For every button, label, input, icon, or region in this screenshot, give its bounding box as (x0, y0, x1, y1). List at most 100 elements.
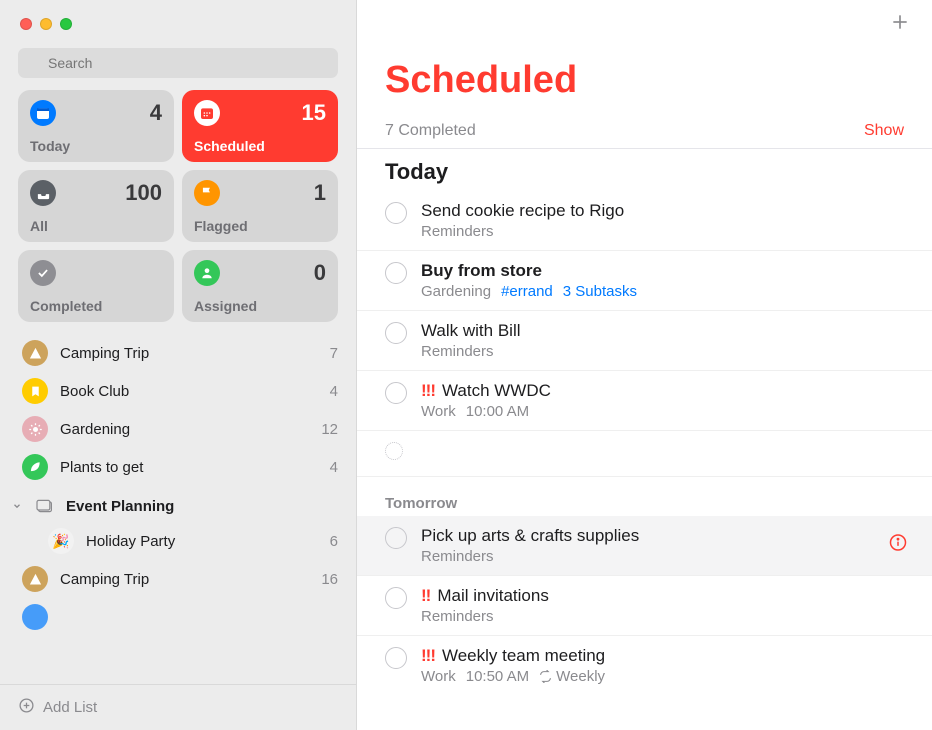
close-button[interactable] (20, 18, 32, 30)
list-count: 16 (321, 571, 338, 588)
list-count: 7 (330, 345, 338, 362)
lists-container: Camping Trip 7 Book Club 4 Gardening 12 … (0, 334, 356, 684)
smart-list-count: 15 (302, 100, 326, 126)
add-reminder-button[interactable] (890, 12, 910, 37)
reminder-item[interactable]: Buy from store Gardening #errand 3 Subta… (357, 251, 932, 311)
reminder-time: 10:00 AM (466, 403, 529, 420)
reminder-title: Pick up arts & crafts supplies (421, 526, 904, 546)
list-name: Book Club (60, 383, 318, 400)
list-item[interactable]: Book Club 4 (10, 372, 346, 410)
folder-icon (32, 496, 58, 516)
reminder-list-name: Reminders (421, 608, 494, 625)
complete-checkbox[interactable] (385, 587, 407, 609)
smart-list-count: 1 (314, 180, 326, 206)
priority-indicator: !! (421, 586, 430, 606)
tent-icon (22, 566, 48, 592)
sun-icon (22, 416, 48, 442)
sidebar: 4 Today 15 Scheduled 100 All (0, 0, 357, 730)
search-input[interactable] (18, 48, 338, 78)
reminder-item[interactable]: !! Mail invitations Reminders (357, 576, 932, 636)
reminder-title: !!! Watch WWDC (421, 381, 904, 401)
reminder-list-name: Reminders (421, 548, 494, 565)
smart-list-today[interactable]: 4 Today (18, 90, 174, 162)
priority-indicator: !!! (421, 381, 435, 401)
list-item[interactable] (10, 598, 346, 636)
smart-list-count: 0 (314, 260, 326, 286)
inbox-icon (30, 180, 56, 206)
reminder-tag[interactable]: #errand (501, 283, 553, 300)
reminder-list: Today Send cookie recipe to Rigo Reminde… (357, 149, 932, 730)
list-item[interactable]: Plants to get 4 (10, 448, 346, 486)
smart-list-label: Today (30, 138, 162, 154)
minimize-button[interactable] (40, 18, 52, 30)
reminder-item[interactable]: !!! Watch WWDC Work 10:00 AM (357, 371, 932, 431)
complete-checkbox[interactable] (385, 202, 407, 224)
reminder-time: 10:50 AM (466, 668, 529, 685)
list-count: 12 (321, 421, 338, 438)
calendar-today-icon (30, 100, 56, 126)
checkmark-icon (30, 260, 56, 286)
bookmark-icon (22, 378, 48, 404)
window-controls (0, 0, 356, 48)
smart-list-label: Completed (30, 298, 162, 314)
calendar-icon (194, 100, 220, 126)
folder-name: Event Planning (66, 498, 174, 515)
subtasks-link[interactable]: 3 Subtasks (563, 283, 637, 300)
complete-checkbox[interactable] (385, 262, 407, 284)
smart-list-assigned[interactable]: 0 Assigned (182, 250, 338, 322)
smart-list-flagged[interactable]: 1 Flagged (182, 170, 338, 242)
list-count: 6 (330, 533, 338, 550)
flag-icon (194, 180, 220, 206)
reminder-item[interactable]: Pick up arts & crafts supplies Reminders (357, 516, 932, 576)
complete-checkbox[interactable] (385, 647, 407, 669)
section-header-today: Today (357, 149, 932, 191)
person-icon (194, 260, 220, 286)
complete-checkbox[interactable] (385, 322, 407, 344)
reminder-list-name: Reminders (421, 343, 494, 360)
reminder-title: !!! Weekly team meeting (421, 646, 904, 666)
reminder-item[interactable]: Send cookie recipe to Rigo Reminders (357, 191, 932, 251)
new-reminder-placeholder[interactable] (357, 431, 932, 477)
repeat-icon (539, 670, 552, 683)
reminder-list-name: Reminders (421, 223, 494, 240)
smart-list-all[interactable]: 100 All (18, 170, 174, 242)
smart-list-label: Flagged (194, 218, 326, 234)
list-item[interactable]: Camping Trip 16 (10, 560, 346, 598)
tent-icon (22, 340, 48, 366)
reminder-item[interactable]: Walk with Bill Reminders (357, 311, 932, 371)
list-item[interactable]: 🎉 Holiday Party 6 (10, 522, 346, 560)
chevron-down-icon (10, 501, 24, 511)
leaf-icon (22, 454, 48, 480)
list-item[interactable]: Camping Trip 7 (10, 334, 346, 372)
list-name: Holiday Party (86, 533, 318, 550)
smart-list-label: Scheduled (194, 138, 326, 154)
add-list-button[interactable]: Add List (0, 684, 356, 730)
smart-list-count: 100 (125, 180, 162, 206)
folder-event-planning[interactable]: Event Planning (10, 486, 346, 522)
list-name: Plants to get (60, 459, 318, 476)
list-icon-partial (22, 604, 48, 630)
smart-list-label: Assigned (194, 298, 326, 314)
reminder-title: Walk with Bill (421, 321, 904, 341)
main-content: Scheduled 7 Completed Show Today Send co… (357, 0, 932, 730)
smart-list-label: All (30, 218, 162, 234)
list-item[interactable]: Gardening 12 (10, 410, 346, 448)
page-title: Scheduled (385, 60, 904, 102)
smart-list-scheduled[interactable]: 15 Scheduled (182, 90, 338, 162)
reminder-title: Buy from store (421, 261, 904, 281)
smart-list-count: 4 (150, 100, 162, 126)
section-header-tomorrow: Tomorrow (357, 477, 932, 516)
reminder-item[interactable]: !!! Weekly team meeting Work 10:50 AM We… (357, 636, 932, 695)
reminder-title: !! Mail invitations (421, 586, 904, 606)
info-icon[interactable] (888, 533, 908, 558)
maximize-button[interactable] (60, 18, 72, 30)
reminder-title: Send cookie recipe to Rigo (421, 201, 904, 221)
smart-list-completed[interactable]: Completed (18, 250, 174, 322)
completed-summary: 7 Completed (385, 122, 476, 140)
list-count: 4 (330, 459, 338, 476)
reminder-list-name: Work (421, 668, 456, 685)
add-placeholder-icon (385, 442, 403, 460)
show-completed-button[interactable]: Show (864, 122, 904, 140)
complete-checkbox[interactable] (385, 527, 407, 549)
complete-checkbox[interactable] (385, 382, 407, 404)
